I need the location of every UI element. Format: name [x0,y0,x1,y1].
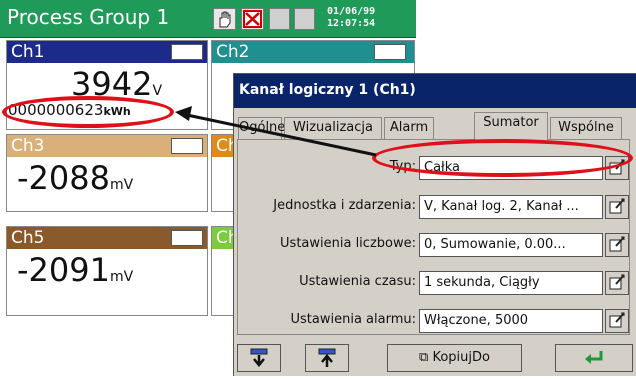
annotation-arrow [175,106,377,157]
